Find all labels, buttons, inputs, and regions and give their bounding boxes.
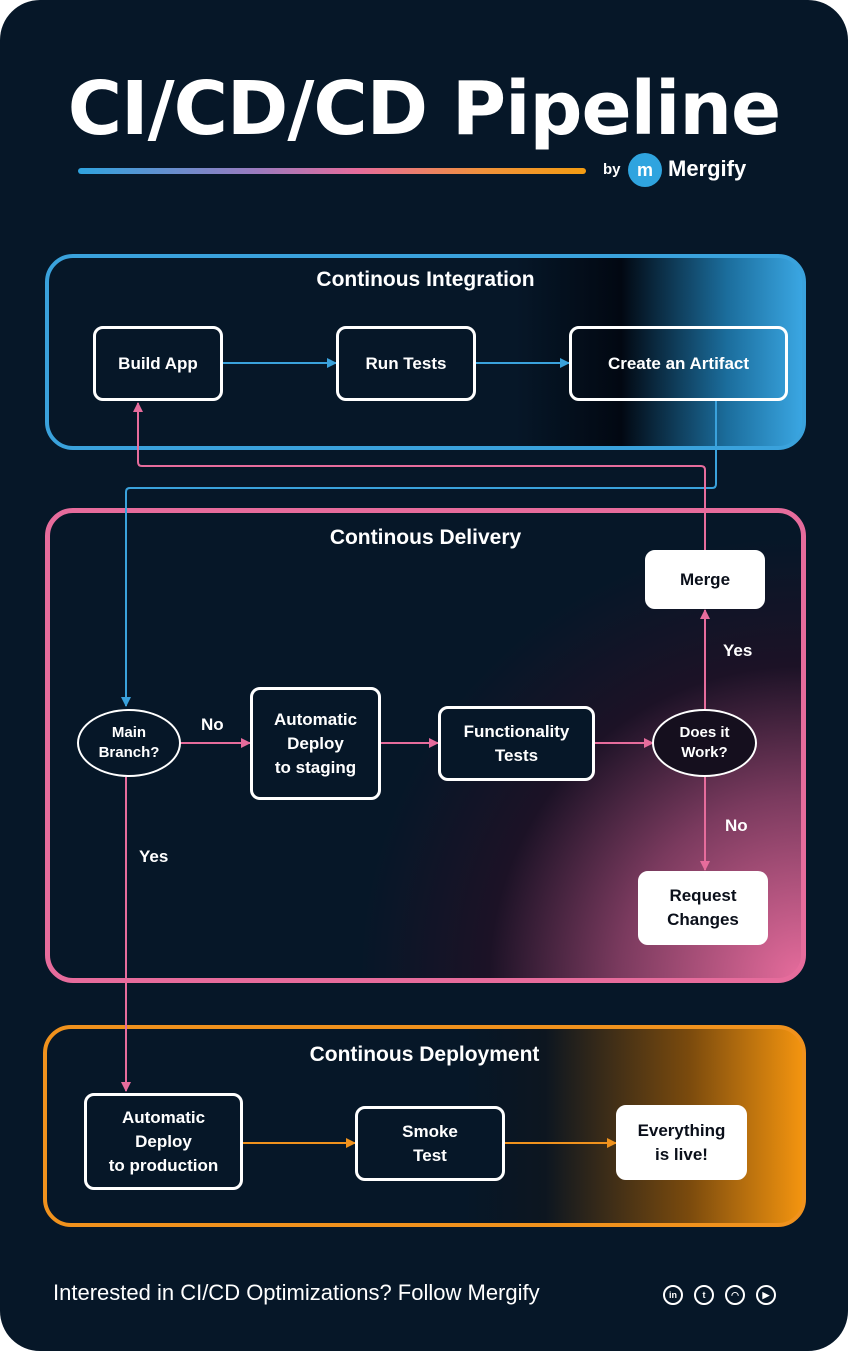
- youtube-icon[interactable]: ▶: [756, 1285, 776, 1305]
- node-request-changes: Request Changes: [638, 871, 768, 945]
- label-yes-main: Yes: [139, 847, 169, 866]
- github-icon[interactable]: ◠: [725, 1285, 745, 1305]
- node-build-app: Build App: [93, 326, 223, 401]
- decision-label: Main: [111, 724, 147, 741]
- node-label: Merge: [679, 569, 731, 589]
- node-label: Tests: [494, 745, 539, 765]
- node-label: Changes: [667, 910, 739, 929]
- node-label: Deploy: [287, 733, 344, 753]
- node-label: Smoke: [402, 1121, 458, 1141]
- node-deploy-staging: Automatic Deploy to staging: [250, 687, 381, 800]
- node-run-tests: Run Tests: [336, 326, 476, 401]
- twitter-icon[interactable]: t: [694, 1285, 714, 1305]
- node-everything-live: Everything is live!: [616, 1105, 747, 1180]
- footer-cta: Interested in CI/CD Optimizations? Follo…: [53, 1280, 540, 1305]
- decision-main-branch: Main Branch?: [77, 709, 181, 777]
- node-label: Run Tests: [365, 353, 447, 373]
- label-no-work: No: [725, 816, 748, 835]
- node-label: Functionality: [463, 721, 570, 741]
- node-label: Everything: [637, 1120, 726, 1140]
- node-label: Request: [669, 886, 737, 905]
- decision-label: Does it: [679, 724, 730, 741]
- node-merge: Merge: [645, 550, 765, 609]
- node-label: Build App: [118, 353, 198, 373]
- node-label: Create an Artifact: [607, 353, 750, 373]
- decision-label: Branch?: [98, 744, 160, 761]
- label-yes-work: Yes: [723, 641, 753, 660]
- arrow-merge-to-build: [133, 402, 706, 550]
- infographic-card: CI/CD/CD Pipeline by m Mergify Continous…: [0, 0, 848, 1351]
- arrow-artifact-to-main-branch: [121, 400, 717, 707]
- linkedin-icon[interactable]: in: [663, 1285, 683, 1305]
- node-label: Deploy: [135, 1131, 192, 1151]
- node-functionality-tests: Functionality Tests: [438, 706, 595, 781]
- node-deploy-production: Automatic Deploy to production: [84, 1093, 243, 1190]
- label-no-main: No: [201, 715, 224, 734]
- decision-does-it-work: Does it Work?: [652, 709, 757, 777]
- node-create-artifact: Create an Artifact: [569, 326, 788, 401]
- node-smoke-test: Smoke Test: [355, 1106, 505, 1181]
- node-label: Automatic: [273, 709, 358, 729]
- node-label: to staging: [274, 757, 357, 777]
- node-label: to production: [108, 1155, 219, 1175]
- node-label: Automatic: [121, 1107, 206, 1127]
- node-label: is live!: [655, 1144, 708, 1164]
- node-label: Test: [413, 1145, 447, 1165]
- decision-label: Work?: [681, 744, 728, 761]
